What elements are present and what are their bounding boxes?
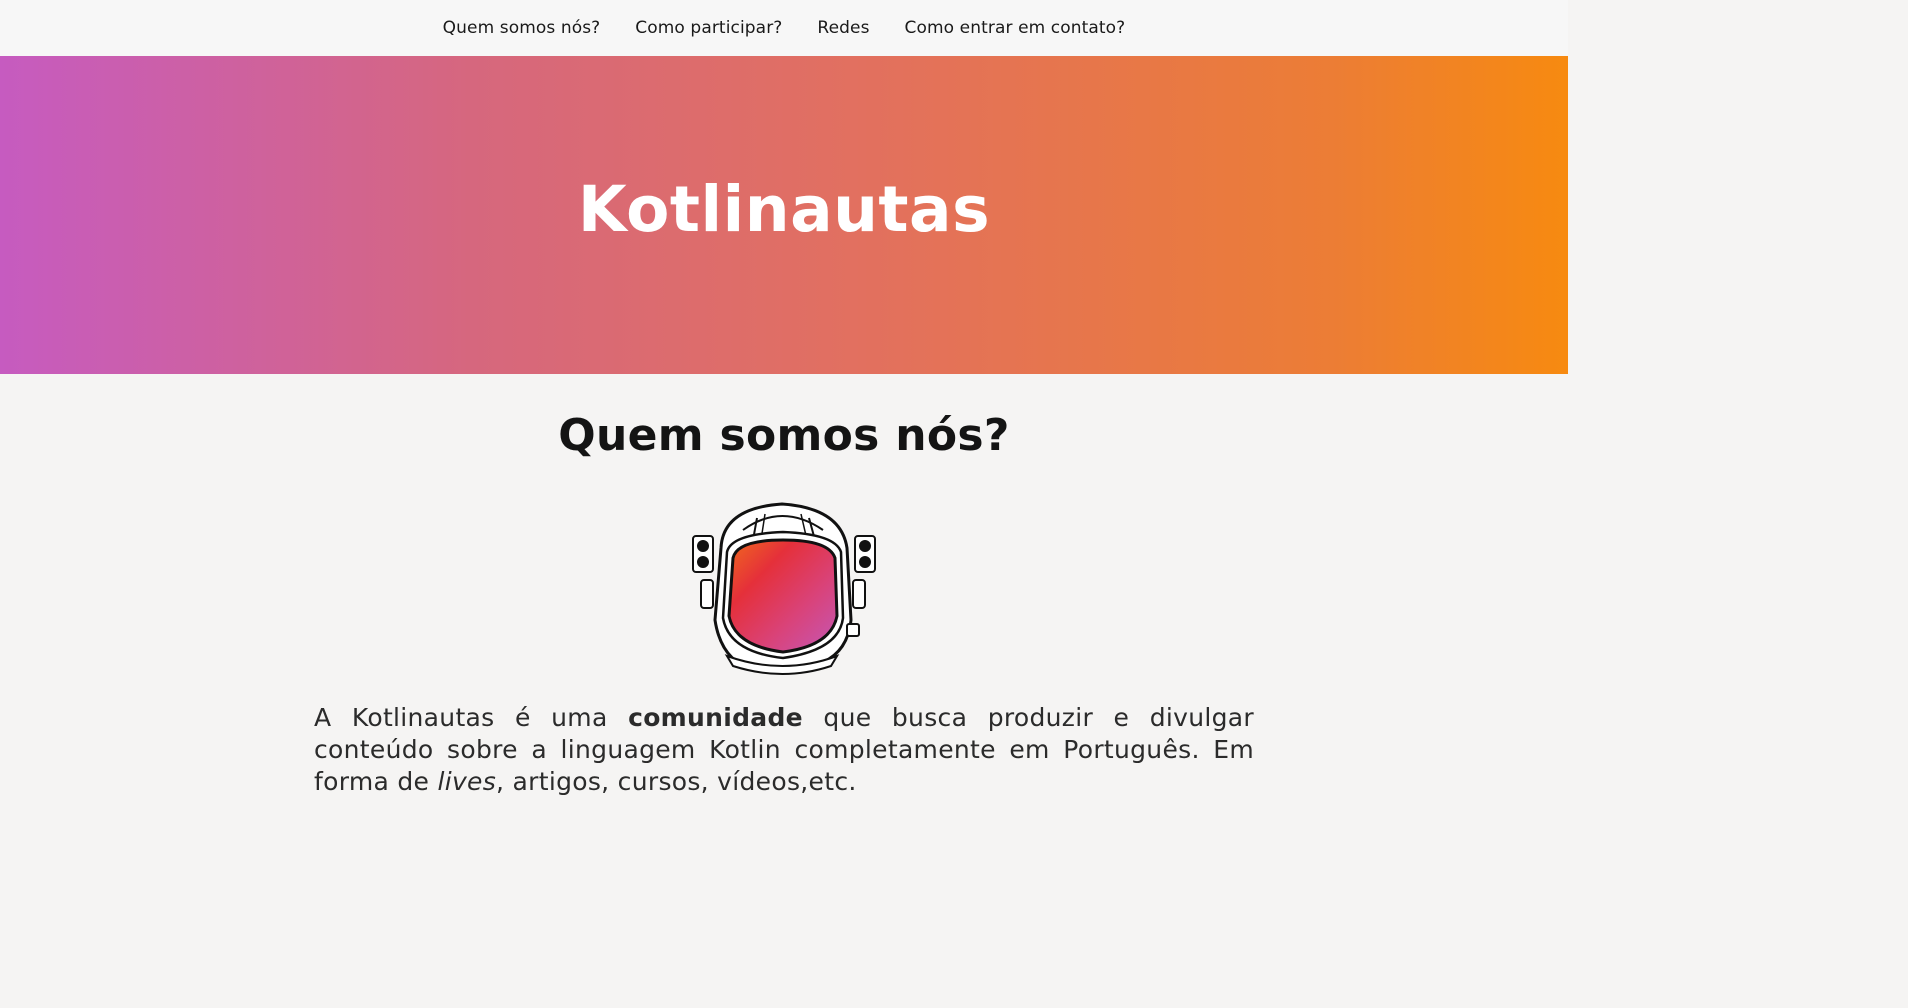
about-section: Quem somos nós? A Kotlinautas é uma comu…: [0, 414, 1568, 798]
about-text-italic: lives: [437, 767, 497, 796]
section-title: Quem somos nós?: [558, 410, 1010, 461]
nav-link-redes[interactable]: Redes: [817, 18, 869, 38]
nav-link-contato[interactable]: Como entrar em contato?: [905, 18, 1126, 38]
helmet-image-container: [0, 500, 1568, 676]
hero-banner: Kotlinautas: [0, 56, 1568, 374]
about-description: A Kotlinautas é uma comunidade que busca…: [314, 702, 1254, 798]
about-text-part3: , artigos, cursos, vídeos,etc.: [496, 767, 857, 796]
nav-link-quem-somos[interactable]: Quem somos nós?: [443, 18, 601, 38]
about-text-bold: comunidade: [628, 703, 803, 732]
astronaut-helmet-icon: [692, 502, 876, 675]
top-navbar: Quem somos nós? Como participar? Redes C…: [0, 0, 1568, 56]
about-text-part1: A Kotlinautas é uma: [314, 703, 629, 732]
nav-link-como-participar[interactable]: Como participar?: [635, 18, 782, 38]
site-title: Kotlinautas: [577, 173, 991, 246]
